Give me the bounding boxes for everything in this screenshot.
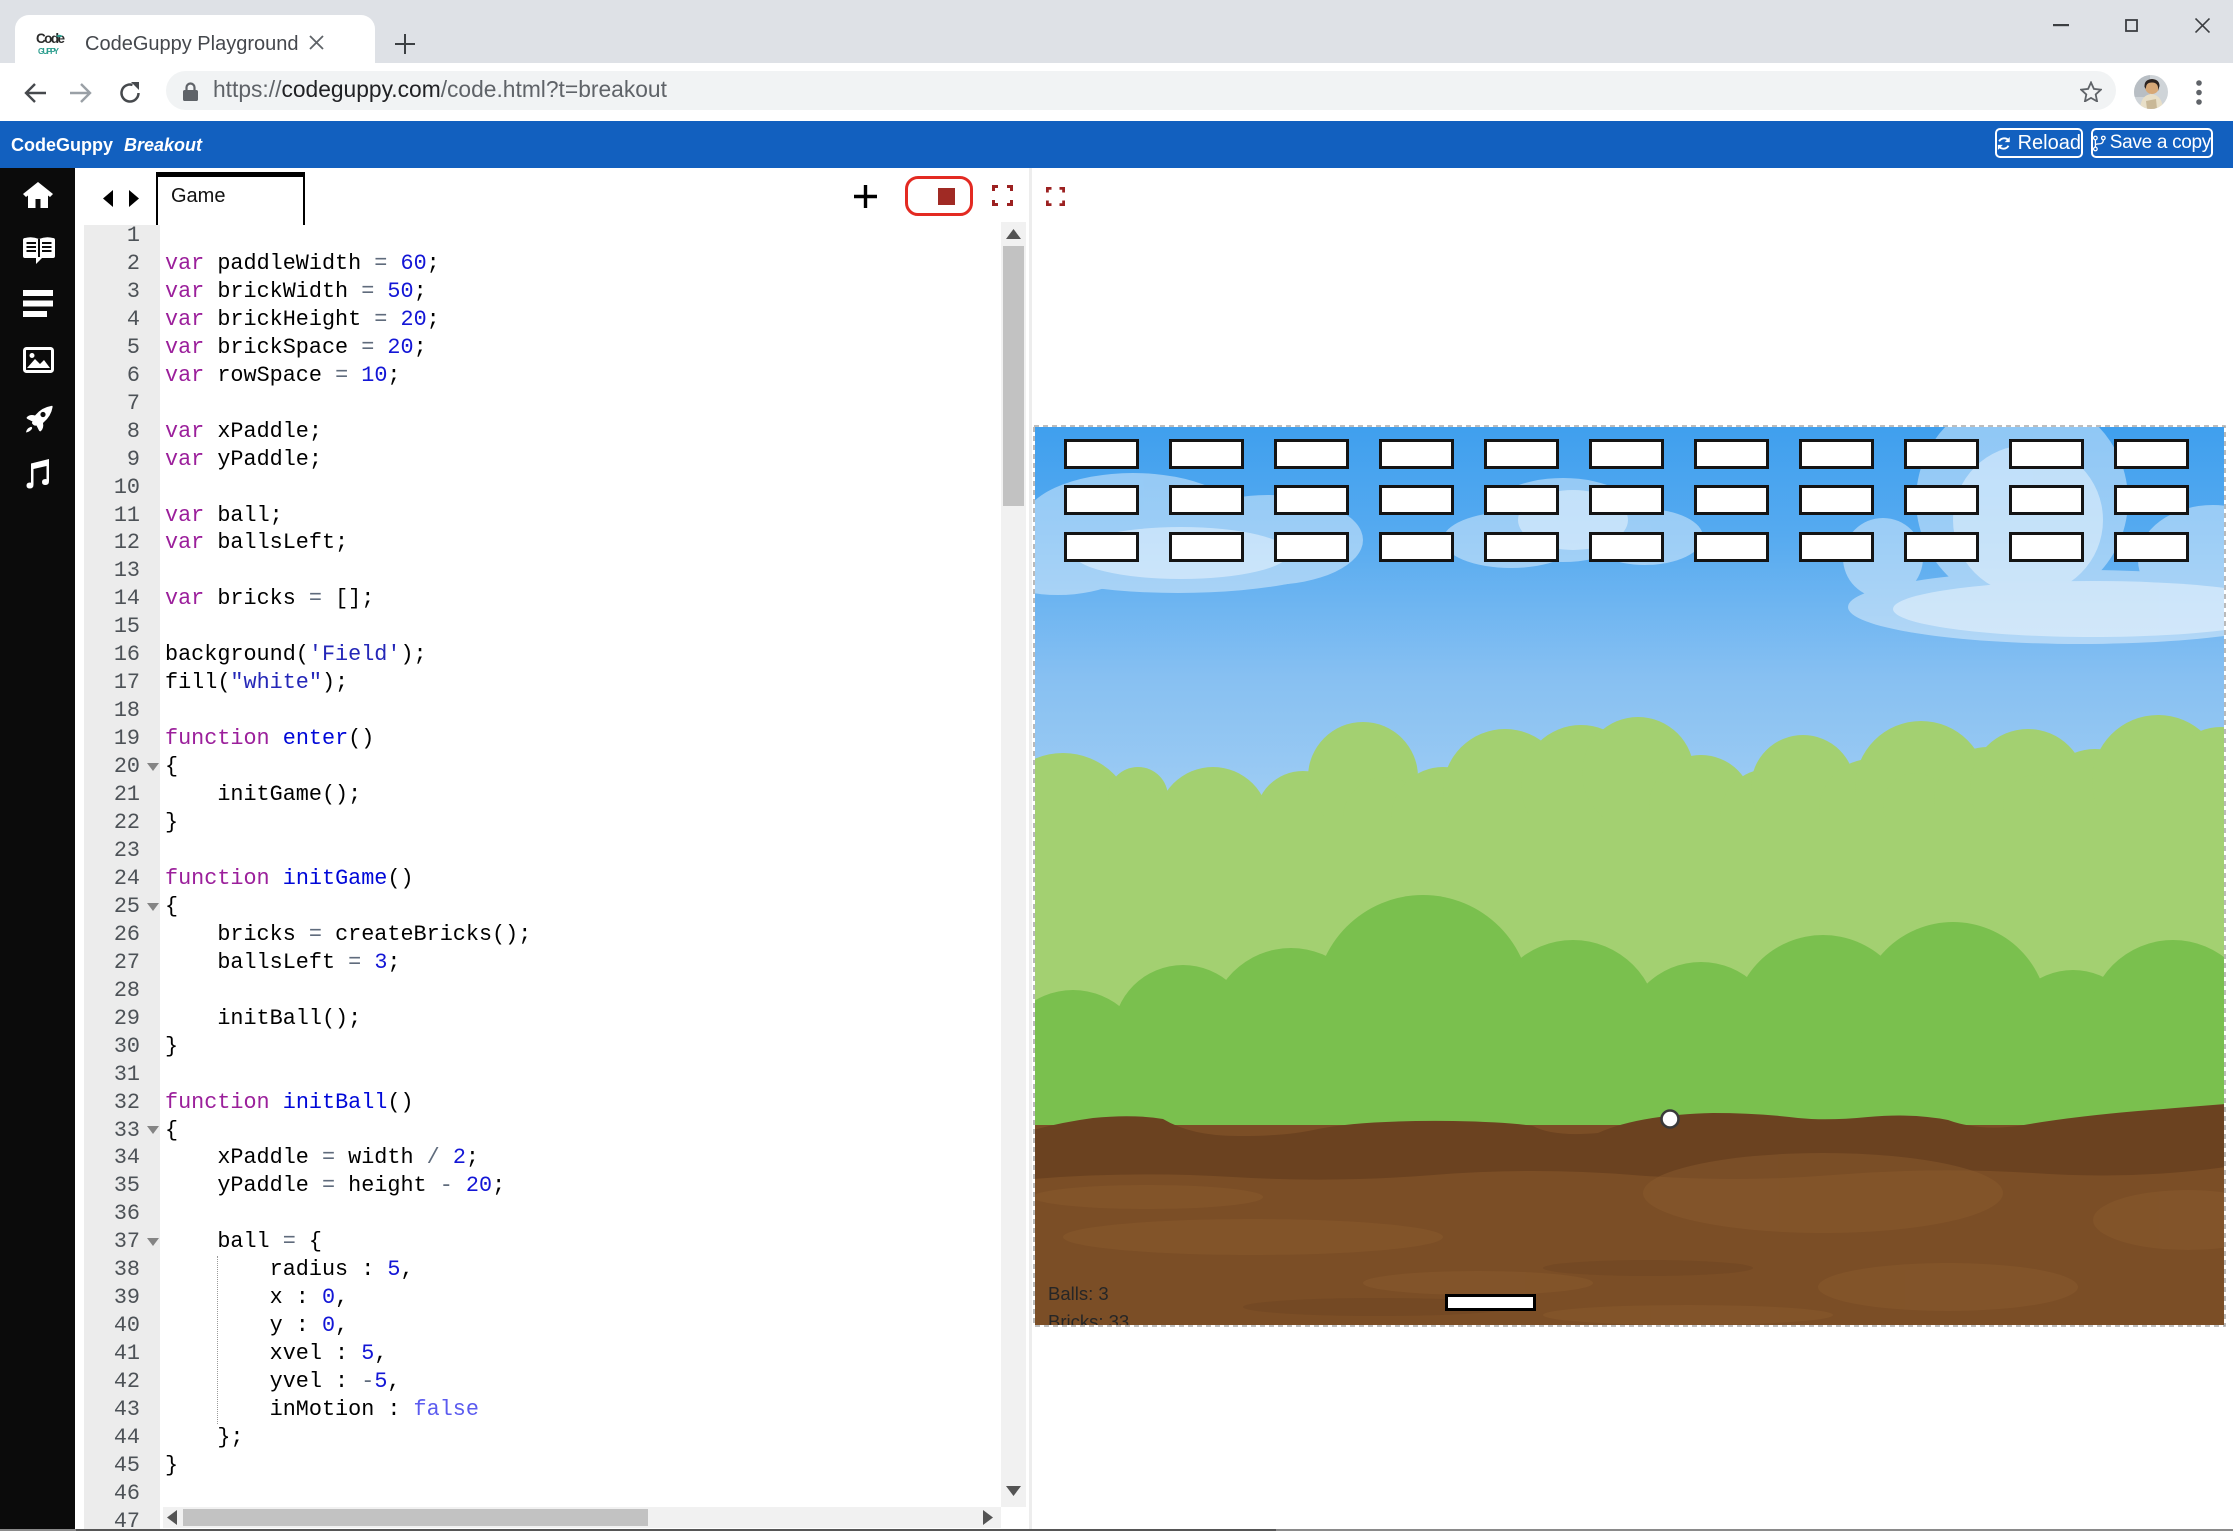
svg-text:Code: Code (36, 31, 65, 46)
svg-text:Balls: 3: Balls: 3 (1048, 1283, 1109, 1304)
svg-text:Bricks: 33: Bricks: 33 (1048, 1311, 1129, 1327)
svg-text:GUPPY: GUPPY (38, 47, 60, 56)
